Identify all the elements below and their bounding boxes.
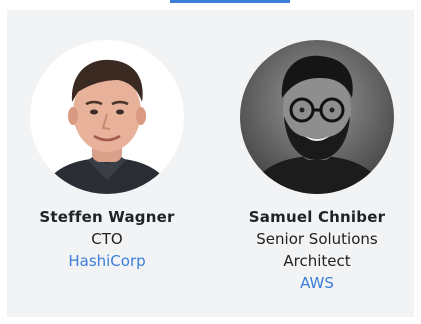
avatar: [30, 40, 184, 194]
speaker-name: Steffen Wagner: [39, 208, 175, 226]
speaker-card-steffen-wagner: Steffen Wagner CTO HashiCorp: [12, 40, 202, 272]
speaker-role: CTO: [91, 230, 123, 248]
speaker-name: Samuel Chniber: [248, 208, 386, 226]
speaker-card-samuel-chniber: Samuel Chniber Senior Solutions Architec…: [222, 40, 412, 294]
speaker-role-line1: Senior Solutions: [256, 230, 378, 248]
person-photo-icon: [240, 40, 394, 194]
company-link-hashicorp[interactable]: HashiCorp: [68, 250, 145, 272]
company-link-aws[interactable]: AWS: [300, 272, 334, 294]
speaker-role-line2: Architect: [283, 252, 351, 270]
top-accent-bar: [170, 0, 290, 3]
speakers-panel: Steffen Wagner CTO HashiCorp Samuel Chni…: [7, 10, 414, 317]
avatar: [240, 40, 394, 194]
person-photo-icon: [30, 40, 184, 194]
